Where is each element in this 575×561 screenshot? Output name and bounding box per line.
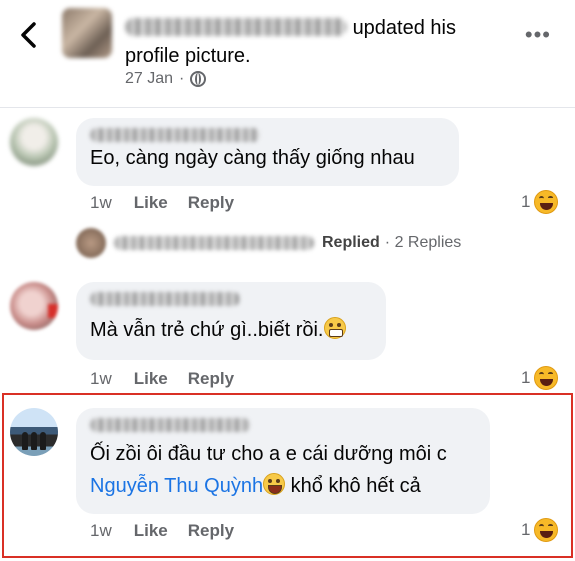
chevron-left-icon: [21, 22, 36, 48]
reaction-count: 1: [521, 368, 531, 387]
comment-actions: 1w Like Reply: [90, 369, 254, 389]
grimace-emoji-icon: [323, 317, 346, 339]
laugh-cry-emoji-icon: [263, 473, 286, 495]
reaction-summary[interactable]: 1: [521, 518, 559, 542]
reaction-summary[interactable]: 1: [521, 366, 559, 390]
comment-actions: 1w Like Reply: [90, 193, 254, 213]
replies-count: · 2 Replies: [384, 234, 462, 251]
globe-icon: [190, 71, 207, 87]
reaction-count: 1: [521, 520, 531, 539]
back-button[interactable]: [14, 18, 44, 52]
tagged-user-link[interactable]: Nguyễn Thu Quỳnh: [90, 475, 263, 497]
comment-time[interactable]: 1w: [90, 193, 112, 213]
post-date[interactable]: 27 Jan: [125, 70, 173, 88]
commenter-name-blurred[interactable]: [90, 128, 260, 142]
more-dots-icon: •••: [524, 22, 551, 47]
post-headline: updated his profile picture.: [125, 14, 505, 70]
post-header: updated his profile picture. 27 Jan · ••…: [0, 0, 575, 108]
comment-text-body: Mà vẫn trẻ chứ gì..biết rồi.: [90, 319, 324, 341]
comment-text-rest: khổ khô hết cả: [285, 475, 421, 497]
like-button[interactable]: Like: [134, 521, 168, 541]
reaction-summary[interactable]: 1: [521, 190, 559, 214]
haha-reaction-icon: [534, 190, 559, 214]
commenter-name-blurred[interactable]: [90, 418, 250, 432]
reply-button[interactable]: Reply: [188, 369, 234, 389]
commenter-avatar[interactable]: [10, 282, 58, 330]
author-avatar[interactable]: [62, 8, 112, 58]
like-button[interactable]: Like: [134, 369, 168, 389]
commenter-avatar[interactable]: [10, 118, 58, 166]
reaction-count: 1: [521, 192, 531, 211]
comment-text: Mà vẫn trẻ chứ gì..biết rồi.: [90, 314, 372, 346]
comment-text-line2: Nguyễn Thu Quỳnh khổ khô hết cả: [90, 470, 476, 502]
replied-label: Replied: [322, 234, 380, 251]
reply-button[interactable]: Reply: [188, 521, 234, 541]
post-meta: 27 Jan ·: [125, 70, 207, 88]
comment-time[interactable]: 1w: [90, 369, 112, 389]
action-text: updated his: [352, 17, 456, 39]
like-button[interactable]: Like: [134, 193, 168, 213]
more-options-button[interactable]: •••: [525, 24, 551, 46]
replier-name-blurred: [114, 236, 314, 250]
comment-text: Eo, càng ngày càng thấy giống nhau: [90, 147, 415, 169]
comment-actions: 1w Like Reply: [90, 521, 254, 541]
comment-bubble: Ối zồi ôi đầu tư cho a e cái dưỡng môi c…: [76, 408, 490, 514]
comment-text-line1: Ối zồi ôi đầu tư cho a e cái dưỡng môi c: [90, 443, 447, 465]
commenter-avatar[interactable]: [10, 408, 58, 456]
haha-reaction-icon: [534, 518, 559, 542]
comment-bubble: Eo, càng ngày càng thấy giống nhau: [76, 118, 459, 186]
reply-button[interactable]: Reply: [188, 193, 234, 213]
commenter-name-blurred[interactable]: [90, 292, 240, 306]
author-name-blurred[interactable]: [125, 18, 347, 36]
comment-bubble: Mà vẫn trẻ chứ gì..biết rồi.: [76, 282, 386, 360]
action-text-2: profile picture.: [125, 45, 251, 67]
meta-separator: ·: [179, 70, 185, 87]
replies-link[interactable]: Replied · 2 Replies: [76, 228, 461, 258]
haha-reaction-icon: [534, 366, 559, 390]
replier-avatar: [76, 228, 106, 258]
comment-time[interactable]: 1w: [90, 521, 112, 541]
